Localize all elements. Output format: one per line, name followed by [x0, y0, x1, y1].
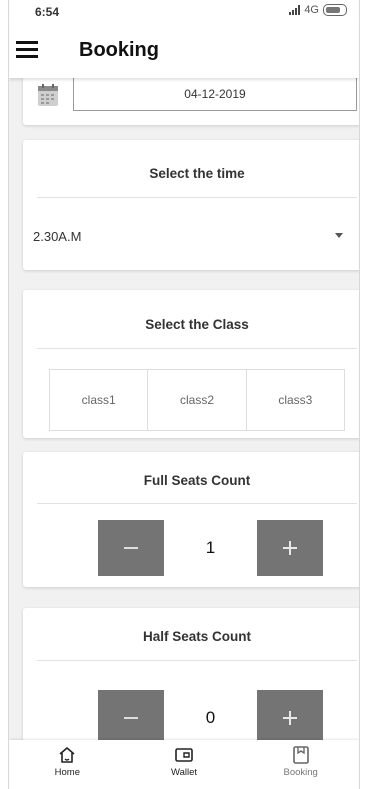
nav-wallet[interactable]: Wallet	[126, 740, 243, 789]
selected-time: 2.30A.M	[33, 229, 82, 244]
phone-screen: 6:54 4G Booking 04-12-2019 Select the ti…	[8, 0, 360, 789]
full-seats-stepper: 1	[98, 520, 323, 576]
plus-icon	[283, 541, 297, 555]
half-seats-title: Half Seats Count	[142, 629, 251, 644]
full-seats-count: 1	[164, 520, 257, 576]
full-seats-increment-button[interactable]	[257, 520, 323, 576]
wallet-icon	[175, 748, 193, 762]
date-field[interactable]: 04-12-2019	[73, 78, 357, 111]
minus-icon	[124, 547, 138, 549]
page-title: Booking	[79, 39, 159, 61]
divider	[37, 660, 357, 661]
status-time: 6:54	[35, 5, 60, 19]
nav-booking-label: Booking	[283, 767, 318, 778]
home-icon	[59, 747, 75, 763]
bottom-navigation: Home Wallet Booking	[9, 740, 359, 789]
signal-icon	[289, 5, 301, 15]
class-option-1[interactable]: class1	[50, 370, 149, 430]
minus-icon	[124, 717, 138, 719]
class-card-title: Select the Class	[145, 317, 249, 332]
full-seats-card: Full Seats Count 1	[23, 452, 359, 587]
battery-icon	[323, 4, 347, 16]
date-card: 04-12-2019	[23, 78, 359, 125]
menu-icon[interactable]	[16, 41, 38, 58]
nav-wallet-label: Wallet	[170, 767, 198, 778]
plus-icon	[283, 711, 297, 725]
half-seats-decrement-button[interactable]	[98, 690, 164, 740]
time-dropdown[interactable]: 2.30A.M	[23, 218, 359, 262]
nav-booking[interactable]: Booking	[242, 740, 359, 789]
status-indicators: 4G	[289, 4, 347, 16]
booking-form[interactable]: 04-12-2019 Select the time 2.30A.M Selec…	[9, 78, 359, 740]
half-seats-increment-button[interactable]	[257, 690, 323, 740]
network-type: 4G	[304, 4, 319, 16]
divider	[37, 348, 357, 349]
class-option-3[interactable]: class3	[247, 370, 344, 430]
dropdown-arrow-icon	[335, 233, 343, 238]
half-seats-stepper: 0	[98, 690, 323, 740]
booking-icon	[292, 746, 309, 764]
nav-home-label: Home	[54, 767, 80, 778]
app-bar: Booking	[9, 24, 359, 78]
calendar-icon[interactable]	[37, 83, 59, 107]
time-card: Select the time 2.30A.M	[23, 140, 359, 270]
divider	[37, 503, 357, 504]
full-seats-decrement-button[interactable]	[98, 520, 164, 576]
divider	[37, 197, 357, 198]
status-bar: 6:54 4G	[9, 0, 359, 24]
time-card-title: Select the time	[149, 166, 245, 181]
class-card: Select the Class class1 class2 class3	[23, 290, 359, 438]
half-seats-count: 0	[164, 690, 257, 740]
full-seats-title: Full Seats Count	[143, 473, 251, 488]
nav-home[interactable]: Home	[9, 740, 126, 789]
class-option-2[interactable]: class2	[148, 370, 247, 430]
half-seats-card: Half Seats Count 0	[23, 608, 359, 740]
class-selector: class1 class2 class3	[49, 369, 345, 431]
